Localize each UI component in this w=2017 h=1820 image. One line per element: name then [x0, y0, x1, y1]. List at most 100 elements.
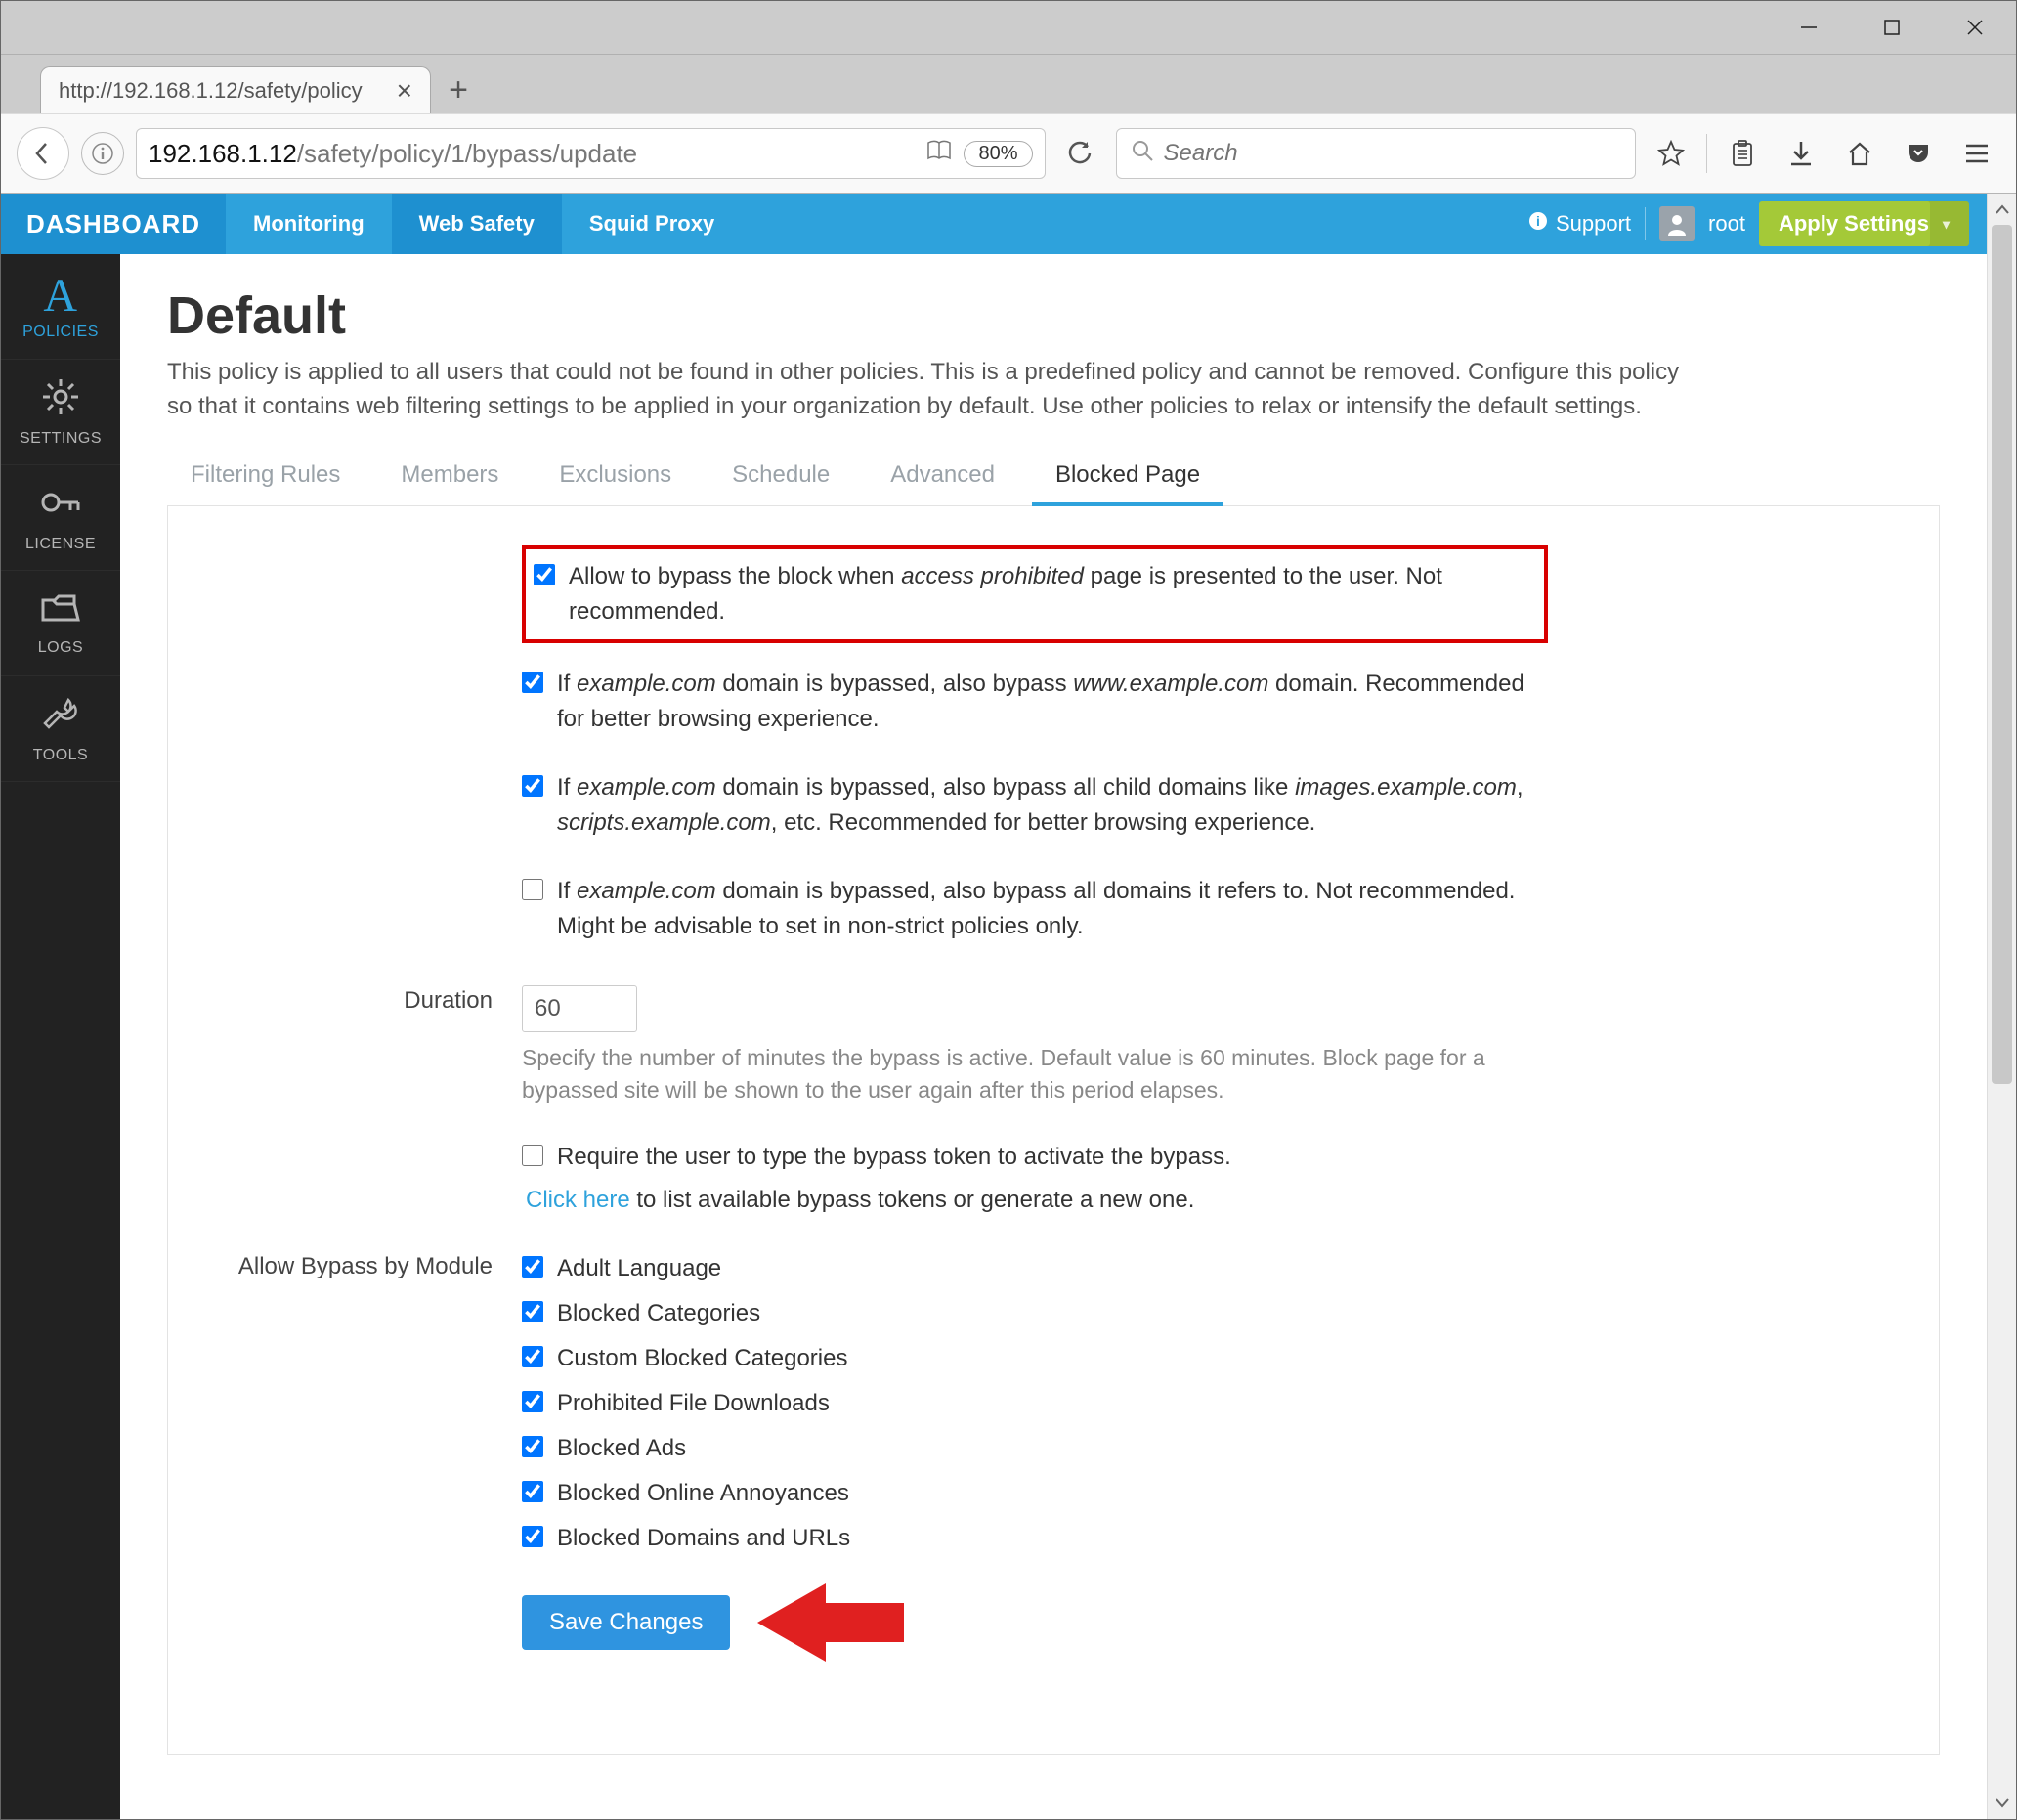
settings-panel: Allow to bypass the block when access pr…	[167, 506, 1940, 1755]
bookmark-star-button[interactable]	[1648, 130, 1695, 177]
titlebar	[1, 1, 2016, 55]
checkbox-module-blocked-cats[interactable]	[522, 1301, 543, 1322]
module-label: Custom Blocked Categories	[557, 1341, 1548, 1376]
scroll-down-icon[interactable]	[1988, 1788, 2016, 1819]
tab-strip: http://192.168.1.12/safety/policy × +	[1, 55, 2016, 113]
attention-arrow-icon	[757, 1583, 904, 1662]
checkbox-module-domains[interactable]	[522, 1526, 543, 1547]
sidebar-item-policies[interactable]: A POLICIES	[1, 254, 120, 360]
page-title: Default	[167, 285, 1940, 346]
module-label: Blocked Domains and URLs	[557, 1521, 1548, 1556]
checkbox-require-token[interactable]	[522, 1145, 543, 1166]
new-tab-button[interactable]: +	[435, 66, 482, 113]
library-clipboard-button[interactable]	[1719, 130, 1766, 177]
checkbox-module-annoyances[interactable]	[522, 1481, 543, 1502]
sidebar-label: POLICIES	[22, 324, 99, 341]
tokens-rest: to list available bypass tokens or gener…	[630, 1187, 1195, 1213]
sidebar-item-tools[interactable]: TOOLS	[1, 676, 120, 782]
sidebar-label: TOOLS	[33, 747, 88, 764]
policies-icon: A	[43, 273, 77, 320]
opt-bypass-children-text: If example.com domain is bypassed, also …	[557, 770, 1548, 841]
url-text: 192.168.1.12/safety/policy/1/bypass/upda…	[149, 139, 915, 169]
sidebar-item-logs[interactable]: LOGS	[1, 571, 120, 676]
site-info-button[interactable]	[81, 132, 124, 175]
duration-help: Specify the number of minutes the bypass…	[522, 1042, 1548, 1107]
url-toolbar: 192.168.1.12/safety/policy/1/bypass/upda…	[1, 113, 2016, 194]
home-button[interactable]	[1836, 130, 1883, 177]
info-icon: i	[1528, 211, 1548, 237]
wrench-icon	[41, 694, 80, 743]
scroll-track[interactable]	[1988, 225, 2016, 1788]
module-label: Adult Language	[557, 1251, 1548, 1286]
svg-text:i: i	[1536, 213, 1540, 229]
window-minimize-button[interactable]	[1767, 1, 1850, 54]
module-label: Blocked Categories	[557, 1296, 1548, 1331]
apply-settings-button[interactable]: Apply Settings ▾	[1759, 201, 1969, 246]
checkbox-bypass-children[interactable]	[522, 775, 543, 797]
tab-exclusions[interactable]: Exclusions	[536, 448, 695, 505]
key-icon	[39, 483, 82, 532]
caret-down-icon: ▾	[1943, 216, 1950, 233]
checkbox-module-file-downloads[interactable]	[522, 1391, 543, 1412]
sidebar-label: LOGS	[38, 639, 83, 657]
search-field[interactable]	[1116, 128, 1637, 179]
brand-logo[interactable]: DASHBOARD	[1, 194, 226, 254]
tokens-link[interactable]: Click here	[526, 1187, 630, 1213]
tab-blocked-page[interactable]: Blocked Page	[1032, 448, 1223, 506]
opt-allow-bypass-text: Allow to bypass the block when access pr…	[569, 559, 1526, 629]
checkbox-allow-bypass[interactable]	[534, 564, 555, 585]
checkbox-module-custom-cats[interactable]	[522, 1346, 543, 1367]
tab-schedule[interactable]: Schedule	[708, 448, 853, 505]
folder-icon	[39, 590, 82, 635]
url-field[interactable]: 192.168.1.12/safety/policy/1/bypass/upda…	[136, 128, 1046, 179]
page-description: This policy is applied to all users that…	[167, 356, 1692, 424]
support-link[interactable]: i Support	[1528, 211, 1631, 237]
scroll-up-icon[interactable]	[1988, 194, 2016, 225]
checkbox-module-adult[interactable]	[522, 1256, 543, 1278]
user-avatar-icon[interactable]	[1659, 206, 1695, 241]
browser-back-button[interactable]	[17, 127, 69, 180]
opt-bypass-referred-text: If example.com domain is bypassed, also …	[557, 874, 1548, 944]
checkbox-bypass-www[interactable]	[522, 672, 543, 693]
sidebar-label: SETTINGS	[20, 430, 102, 448]
username[interactable]: root	[1708, 211, 1745, 237]
nav-squid-proxy[interactable]: Squid Proxy	[562, 194, 742, 254]
checkbox-module-ads[interactable]	[522, 1436, 543, 1457]
browser-tab[interactable]: http://192.168.1.12/safety/policy ×	[40, 66, 431, 113]
downloads-button[interactable]	[1778, 130, 1824, 177]
save-changes-button[interactable]: Save Changes	[522, 1595, 730, 1650]
search-input[interactable]	[1164, 140, 1622, 167]
tab-members[interactable]: Members	[377, 448, 522, 505]
label-bypass-module: Allow Bypass by Module	[221, 1251, 522, 1280]
search-icon	[1131, 139, 1154, 169]
sidebar-item-license[interactable]: LICENSE	[1, 465, 120, 571]
scroll-thumb[interactable]	[1992, 225, 2012, 1084]
page-scrollbar[interactable]	[1987, 194, 2016, 1819]
content-area: Default This policy is applied to all us…	[120, 254, 1987, 1819]
menu-button[interactable]	[1953, 130, 2000, 177]
tab-close-button[interactable]: ×	[393, 75, 416, 107]
window-close-button[interactable]	[1933, 1, 2016, 54]
nav-monitoring[interactable]: Monitoring	[226, 194, 392, 254]
tab-filtering-rules[interactable]: Filtering Rules	[167, 448, 364, 505]
tab-advanced[interactable]: Advanced	[867, 448, 1018, 505]
window-frame: http://192.168.1.12/safety/policy × + 19…	[0, 0, 2017, 1820]
sidebar-item-settings[interactable]: SETTINGS	[1, 360, 120, 465]
toolbar-divider	[1706, 134, 1707, 173]
browser-reload-button[interactable]	[1057, 130, 1104, 177]
highlight-box: Allow to bypass the block when access pr…	[522, 545, 1548, 643]
module-label: Prohibited File Downloads	[557, 1386, 1548, 1421]
gear-icon	[41, 377, 80, 426]
checkbox-bypass-referred[interactable]	[522, 879, 543, 900]
zoom-indicator[interactable]: 80%	[964, 141, 1032, 167]
opt-require-token-text: Require the user to type the bypass toke…	[557, 1140, 1548, 1175]
browser-tab-title: http://192.168.1.12/safety/policy	[59, 78, 393, 104]
nav-web-safety[interactable]: Web Safety	[392, 194, 562, 254]
window-maximize-button[interactable]	[1850, 1, 1933, 54]
reader-mode-icon[interactable]	[926, 140, 952, 168]
opt-bypass-www-text: If example.com domain is bypassed, also …	[557, 667, 1548, 737]
pocket-button[interactable]	[1895, 130, 1942, 177]
duration-input[interactable]	[522, 985, 637, 1032]
header-divider	[1645, 207, 1646, 240]
sidebar-label: LICENSE	[25, 536, 96, 553]
